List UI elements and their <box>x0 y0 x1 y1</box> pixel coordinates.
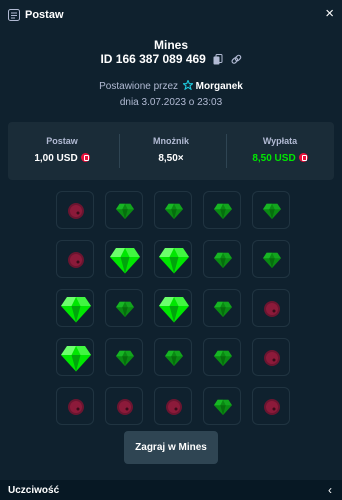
mine-icon <box>117 399 133 415</box>
username[interactable]: Morganek <box>196 81 243 92</box>
stat-payout-label: Wypłata <box>262 136 298 146</box>
stat-payout-value: 8,50 USD <box>226 153 334 164</box>
stat-multiplier: Mnożnik 8,50× <box>117 122 225 180</box>
bet-slip-icon <box>8 9 20 21</box>
tile-gem <box>105 289 143 327</box>
bet-id-row: ID 166 387 089 469 <box>0 52 342 66</box>
tile-gem-revealed <box>56 338 94 376</box>
tile-gem-revealed <box>154 289 192 327</box>
gem-icon <box>110 248 140 274</box>
bet-stats-panel: Postaw 1,00 USD Mnożnik 8,50× Wypłata 8,… <box>8 122 334 180</box>
fairness-label[interactable]: Uczciwość <box>8 485 59 496</box>
stat-payout: Wypłata 8,50 USD <box>226 122 334 180</box>
mine-icon <box>264 399 280 415</box>
play-mines-button[interactable]: Zagraj w Mines <box>124 431 218 464</box>
mine-icon <box>68 203 84 219</box>
gem-icon <box>116 301 134 318</box>
tile-gem <box>252 191 290 229</box>
gem-icon <box>214 252 232 269</box>
stat-multiplier-label: Mnożnik <box>153 136 189 146</box>
tile-gem-revealed <box>105 240 143 278</box>
gem-icon <box>116 350 134 367</box>
currency-icon <box>298 153 308 162</box>
tile-gem <box>203 240 241 278</box>
gem-icon <box>214 203 232 220</box>
gem-icon <box>165 203 183 220</box>
mines-grid <box>56 191 290 425</box>
tile-mine <box>154 387 192 425</box>
modal-header: Postaw × <box>0 0 342 30</box>
close-button[interactable]: × <box>325 6 334 22</box>
stat-bet: Postaw 1,00 USD <box>8 122 116 180</box>
tile-mine <box>252 338 290 376</box>
mine-icon <box>264 350 280 366</box>
tile-mine <box>56 387 94 425</box>
link-icon[interactable] <box>231 54 242 65</box>
game-name: Mines <box>153 38 188 52</box>
mine-icon <box>68 252 84 268</box>
chevron-left-icon[interactable]: ‹ <box>328 483 332 497</box>
gem-icon <box>214 399 232 416</box>
placed-by: Postawione przez Morganek <box>0 79 342 92</box>
stat-bet-amount: 1,00 USD <box>34 153 78 164</box>
gem-icon <box>61 346 91 372</box>
tile-gem <box>203 191 241 229</box>
gem-icon <box>159 297 189 323</box>
tile-mine <box>252 387 290 425</box>
gem-icon <box>61 297 91 323</box>
bet-date: dnia 3.07.2023 o 23:03 <box>119 97 223 108</box>
tile-mine <box>252 289 290 327</box>
tile-mine <box>105 387 143 425</box>
tile-mine <box>56 191 94 229</box>
stat-bet-value: 1,00 USD <box>8 153 116 164</box>
stat-multiplier-value: 8,50× <box>158 153 184 164</box>
currency-icon <box>80 153 90 162</box>
bet-id: ID 166 387 089 469 <box>100 52 206 66</box>
tile-gem <box>203 338 241 376</box>
gem-icon <box>263 252 281 269</box>
vip-star-icon <box>181 79 194 91</box>
stat-payout-amount: 8,50 USD <box>252 153 296 164</box>
placed-by-label: Postawione przez <box>99 81 179 92</box>
mine-icon <box>264 301 280 317</box>
gem-icon <box>165 350 183 367</box>
gem-icon <box>159 248 189 274</box>
gem-icon <box>116 203 134 220</box>
gem-icon <box>263 203 281 220</box>
gem-icon <box>214 301 232 318</box>
tile-gem <box>203 387 241 425</box>
tile-gem-revealed <box>56 289 94 327</box>
tile-gem <box>105 191 143 229</box>
gem-icon <box>214 350 232 367</box>
mine-icon <box>166 399 182 415</box>
tile-gem <box>252 240 290 278</box>
mine-icon <box>68 399 84 415</box>
tile-mine <box>56 240 94 278</box>
tile-gem <box>154 338 192 376</box>
modal-title: Postaw <box>25 9 64 21</box>
tile-gem <box>105 338 143 376</box>
copy-icon[interactable] <box>213 54 223 65</box>
tile-gem <box>203 289 241 327</box>
footer-bar: Uczciwość ‹ <box>0 480 342 500</box>
tile-gem <box>154 191 192 229</box>
tile-gem-revealed <box>154 240 192 278</box>
stat-bet-label: Postaw <box>46 136 78 146</box>
